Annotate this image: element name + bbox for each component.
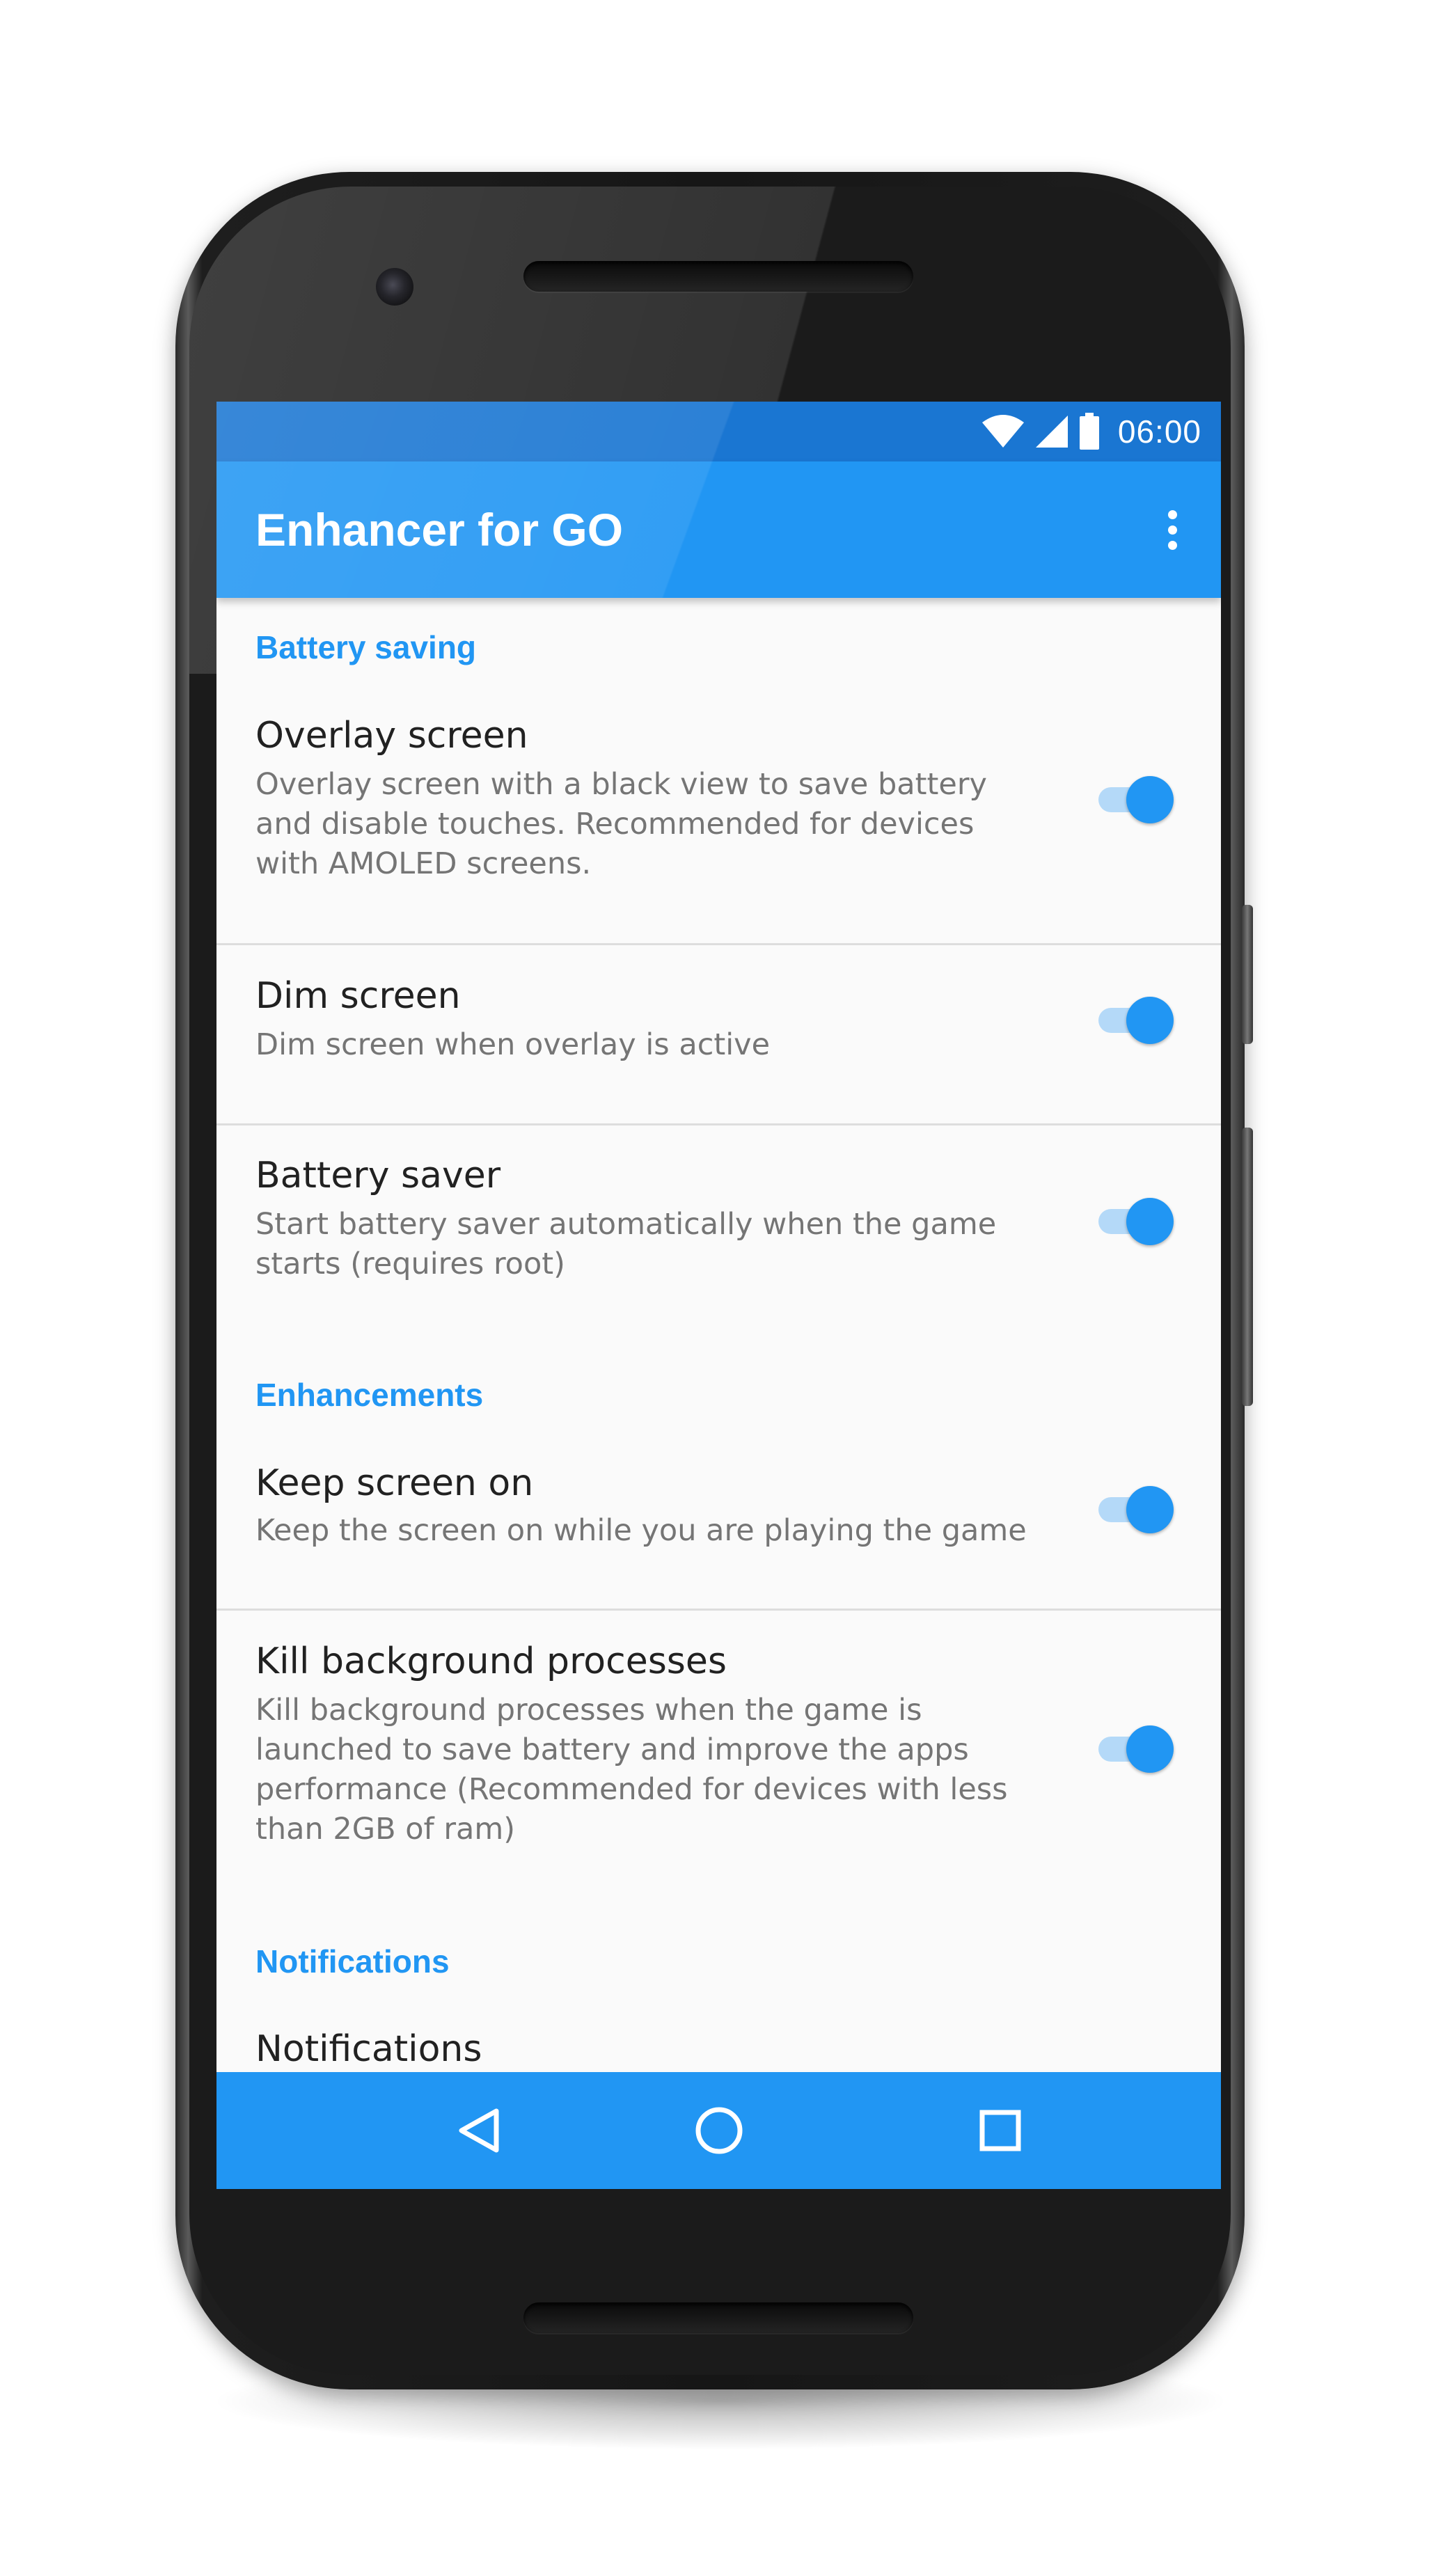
status-time: 06:00 bbox=[1117, 413, 1201, 450]
divider bbox=[216, 1609, 1221, 1611]
volume-button bbox=[1242, 1128, 1253, 1406]
divider bbox=[216, 943, 1221, 945]
pref-title: Battery saver bbox=[255, 1155, 501, 1196]
section-header-enhancements: Enhancements bbox=[255, 1377, 484, 1413]
kill-background-switch[interactable] bbox=[1091, 1721, 1174, 1777]
pref-title: Overlay screen bbox=[255, 715, 528, 757]
front-camera bbox=[376, 268, 413, 306]
power-button bbox=[1242, 905, 1253, 1044]
home-icon[interactable] bbox=[677, 2089, 761, 2172]
bottom-speaker bbox=[523, 2302, 913, 2333]
wifi-icon bbox=[981, 415, 1024, 448]
pref-summary: Keep the screen on while you are playing… bbox=[255, 1513, 1027, 1548]
divider bbox=[216, 1123, 1221, 1125]
top-speaker bbox=[523, 261, 913, 292]
battery-saver-switch[interactable] bbox=[1091, 1194, 1174, 1249]
pref-summary: Start battery saver automatically when t… bbox=[255, 1207, 997, 1281]
recents-icon[interactable] bbox=[959, 2089, 1042, 2172]
phone-screen: 06:00 Enhancer for GO Battery saving Ove… bbox=[216, 402, 1221, 2189]
overlay-screen-switch[interactable] bbox=[1091, 772, 1174, 828]
pref-title: Keep screen on bbox=[255, 1462, 534, 1504]
cell-signal-icon bbox=[1035, 416, 1068, 448]
section-header-notifications: Notifications bbox=[255, 1943, 450, 1980]
section-header-battery-saving: Battery saving bbox=[255, 629, 477, 665]
more-vert-icon[interactable] bbox=[1151, 502, 1193, 558]
nav-bar bbox=[216, 2072, 1221, 2189]
app-bar: Enhancer for GO bbox=[216, 461, 1221, 598]
keep-screen-on-switch[interactable] bbox=[1091, 1482, 1174, 1538]
back-icon[interactable] bbox=[436, 2089, 520, 2172]
pref-summary: Kill background processes when the game … bbox=[255, 1693, 1008, 1847]
status-bar: 06:00 bbox=[216, 402, 1221, 461]
app-title: Enhancer for GO bbox=[255, 504, 624, 555]
pref-title: Dim screen bbox=[255, 975, 461, 1017]
pref-summary: Overlay screen with a black view to save… bbox=[255, 767, 987, 881]
dim-screen-switch[interactable] bbox=[1091, 993, 1174, 1048]
pref-title: Kill background processes bbox=[255, 1641, 727, 1682]
battery-icon bbox=[1079, 413, 1099, 450]
pref-title: Notifications bbox=[255, 2028, 482, 2070]
pref-summary: Dim screen when overlay is active bbox=[255, 1027, 771, 1062]
